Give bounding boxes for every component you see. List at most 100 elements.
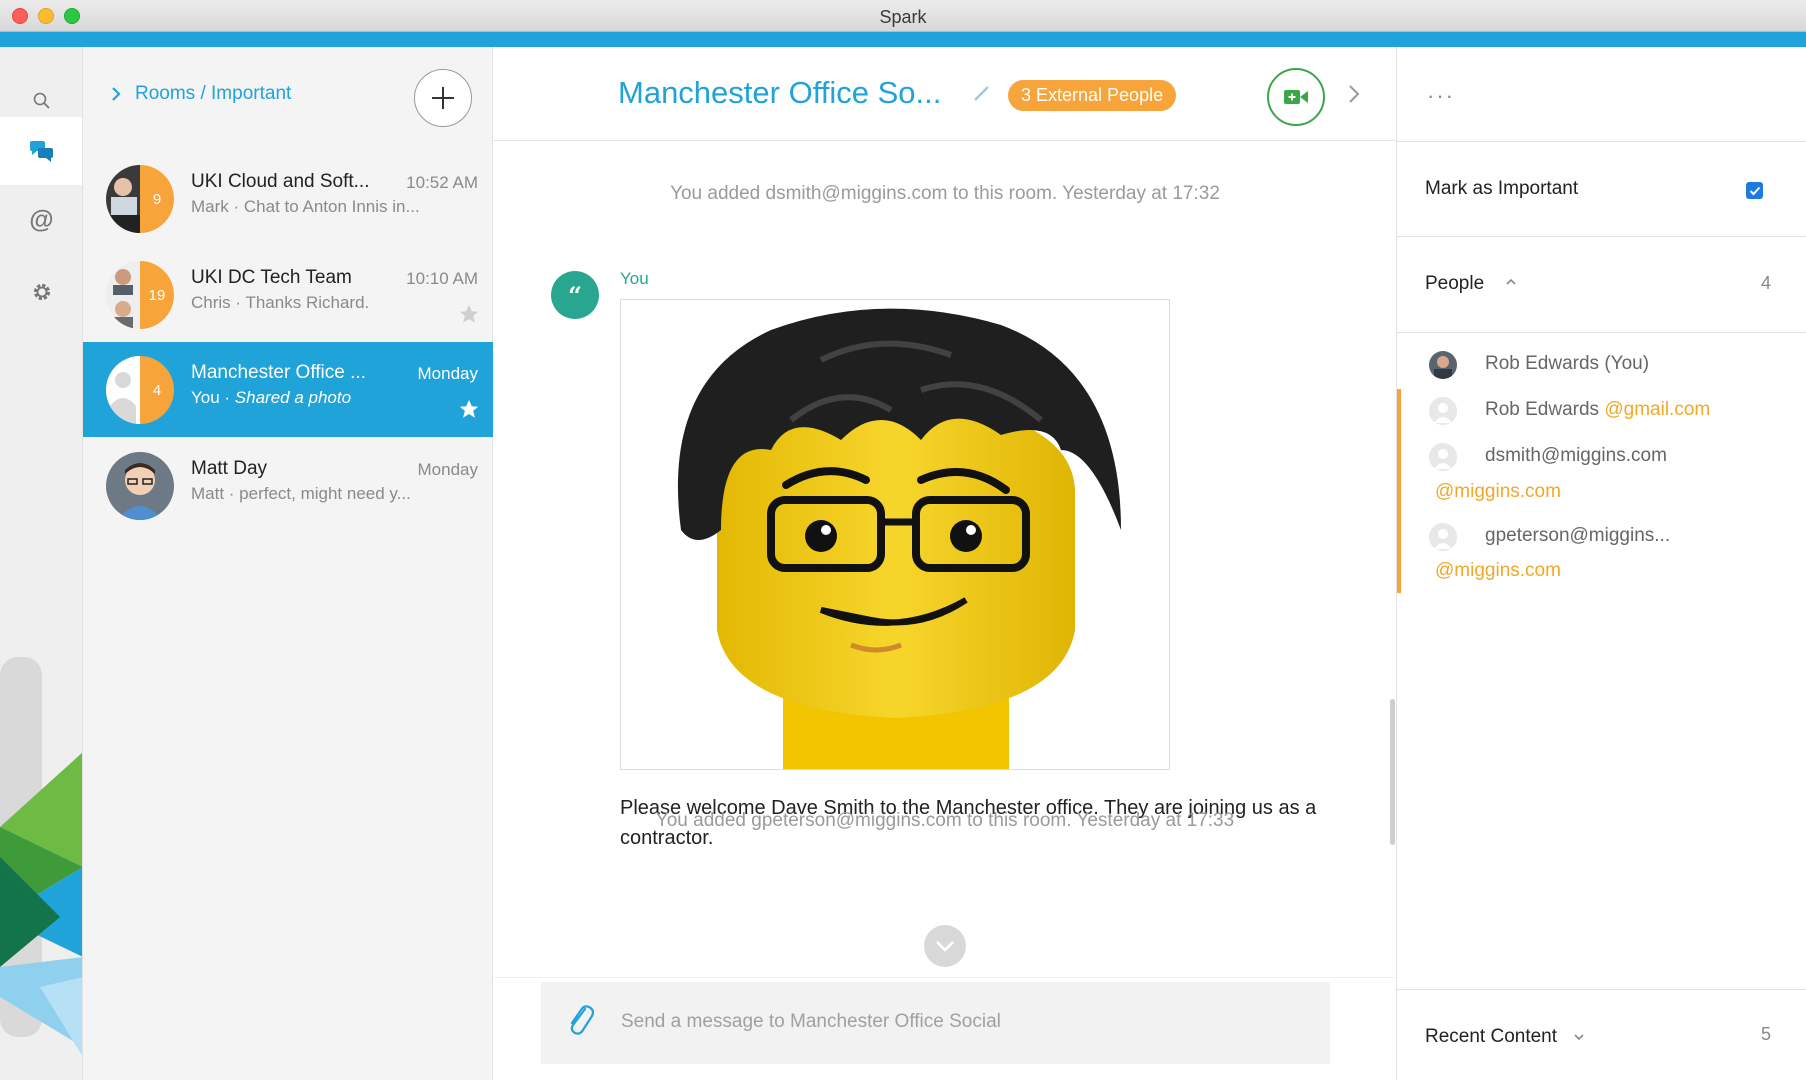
chevron-right-icon xyxy=(112,87,121,101)
person-avatar xyxy=(1429,523,1457,551)
person-name: Rob Edwards (You) xyxy=(1485,353,1650,374)
scrollbar[interactable] xyxy=(1390,699,1395,845)
breadcrumb-root[interactable]: Rooms xyxy=(135,83,195,104)
video-call-button[interactable] xyxy=(1267,68,1325,126)
star-icon[interactable] xyxy=(458,398,480,420)
recent-content-label: Recent Content xyxy=(1425,1026,1558,1047)
unread-badge: 19 xyxy=(140,261,174,329)
people-label: People xyxy=(1425,273,1485,294)
conversation-panel: Manchester Office So... 3 External Peopl… xyxy=(494,47,1396,1080)
room-preview: Chris · Thanks Richard. xyxy=(191,293,370,312)
lego-minifig-photo xyxy=(621,300,1169,769)
divider xyxy=(494,977,1396,978)
mark-important-row[interactable]: Mark as Important xyxy=(1397,142,1806,237)
unread-badge: 4 xyxy=(140,356,174,424)
video-camera-icon xyxy=(1284,90,1308,104)
message-input[interactable] xyxy=(621,1002,1301,1042)
window-titlebar: Spark xyxy=(0,0,1806,32)
message-composer xyxy=(541,982,1330,1064)
recent-content-count: 5 xyxy=(1760,1024,1771,1044)
people-header[interactable]: People 4 xyxy=(1397,237,1806,333)
person-avatar xyxy=(1429,443,1457,471)
pencil-icon[interactable] xyxy=(972,83,992,103)
room-title[interactable]: Manchester Office So... xyxy=(618,75,941,111)
rail-settings-button[interactable] xyxy=(0,258,82,326)
person-avatar xyxy=(1429,397,1457,425)
room-preview: Matt · perfect, might need y... xyxy=(191,484,411,503)
room-name: UKI DC Tech Team xyxy=(191,267,352,288)
unread-badge: 9 xyxy=(140,165,174,233)
room-item-matt-day[interactable]: Matt Day Monday Matt · perfect, might ne… xyxy=(83,438,493,533)
room-item-uki-dc[interactable]: 19 UKI DC Tech Team 10:10 AM Chris · Tha… xyxy=(83,247,493,342)
accent-bar xyxy=(0,32,1806,47)
person-name: Rob Edwards @gmail.com xyxy=(1485,399,1710,421)
room-name: Matt Day xyxy=(191,458,268,479)
person-name-text: Rob Edwards xyxy=(1485,399,1605,420)
external-people-badge[interactable]: 3 External People xyxy=(1008,80,1177,111)
room-item-manchester[interactable]: 4 Manchester Office ... Monday You · Sha… xyxy=(83,342,493,437)
room-item-uki-cloud[interactable]: 9 UKI Cloud and Soft... 10:52 AM Mark · … xyxy=(83,151,493,246)
search-icon xyxy=(33,92,50,109)
person-name: gpeterson@miggins... xyxy=(1485,525,1671,546)
star-icon[interactable] xyxy=(458,303,480,325)
new-room-button[interactable] xyxy=(414,69,472,127)
message-sender: You xyxy=(620,269,649,288)
recent-content-header[interactable]: Recent Content 5 xyxy=(1397,989,1806,1080)
rail-rooms-button[interactable] xyxy=(0,117,82,185)
room-preview: You · Shared a photo xyxy=(191,388,351,408)
room-time: Monday xyxy=(417,460,478,479)
plus-icon xyxy=(432,87,454,109)
person-item[interactable]: dsmith@miggins.com xyxy=(1397,437,1806,477)
chat-bubbles-icon xyxy=(29,141,53,162)
mark-important-label: Mark as Important xyxy=(1425,178,1579,199)
paperclip-icon[interactable] xyxy=(565,1003,595,1039)
external-domain: @miggins.com xyxy=(1435,560,1561,581)
chevron-right-icon[interactable] xyxy=(1347,83,1361,105)
room-avatar: 9 xyxy=(106,165,174,233)
message-avatar: “ xyxy=(551,271,599,319)
room-time: Monday xyxy=(417,364,478,383)
details-header: ··· xyxy=(1397,47,1806,142)
breadcrumb-current[interactable]: Important xyxy=(211,83,291,104)
rooms-header: Rooms / Important xyxy=(83,47,493,147)
brand-decoration xyxy=(0,657,82,1056)
nav-rail: @ xyxy=(0,47,83,1080)
room-avatar: 19 xyxy=(106,261,174,329)
breadcrumb-separator: / xyxy=(200,83,206,104)
room-preview: Mark · Chat to Anton Innis in... xyxy=(191,197,420,216)
room-time: 10:10 AM xyxy=(406,269,478,288)
more-options-icon[interactable]: ··· xyxy=(1427,83,1455,109)
person-item[interactable]: Rob Edwards (You) xyxy=(1397,345,1806,385)
chevron-down-icon xyxy=(1574,1034,1584,1041)
person-item[interactable]: gpeterson@miggins... xyxy=(1397,517,1806,557)
preview-text: Shared a photo xyxy=(234,388,352,407)
breadcrumb[interactable]: Rooms / Important xyxy=(111,83,291,105)
gear-icon xyxy=(33,283,50,301)
shared-photo[interactable] xyxy=(620,299,1170,770)
rail-mentions-button[interactable]: @ xyxy=(0,186,82,254)
person-name: dsmith@miggins.com xyxy=(1485,445,1667,466)
checkmark-icon xyxy=(1749,186,1760,195)
people-count: 4 xyxy=(1760,273,1771,293)
external-domain: @gmail.com xyxy=(1604,399,1711,420)
chevron-up-icon xyxy=(1506,278,1516,285)
system-message: You added dsmith@miggins.com to this roo… xyxy=(670,183,1220,204)
room-time: 10:52 AM xyxy=(406,173,478,192)
external-domain: @miggins.com xyxy=(1435,481,1561,502)
mention-at-icon: @ xyxy=(29,205,54,234)
rooms-panel: Rooms / Important 9 UKI Cloud and Soft..… xyxy=(83,47,493,1080)
scroll-to-bottom-button[interactable] xyxy=(924,925,966,967)
person-avatar xyxy=(1429,351,1457,379)
room-avatar: 4 xyxy=(106,356,174,424)
room-name: UKI Cloud and Soft... xyxy=(191,171,370,192)
room-details-panel: ··· Mark as Important People 4 Rob Edwar… xyxy=(1396,47,1806,1080)
room-avatar xyxy=(106,452,174,520)
preview-sender: You · xyxy=(191,388,235,407)
mark-important-checkbox[interactable] xyxy=(1746,182,1763,199)
conversation-header: Manchester Office So... 3 External Peopl… xyxy=(494,47,1396,141)
system-message: You added gpeterson@miggins.com to this … xyxy=(655,810,1235,831)
chevron-down-icon xyxy=(936,941,954,952)
window-title: Spark xyxy=(879,7,927,27)
room-name: Manchester Office ... xyxy=(191,362,366,383)
person-item[interactable]: Rob Edwards @gmail.com xyxy=(1397,391,1806,431)
